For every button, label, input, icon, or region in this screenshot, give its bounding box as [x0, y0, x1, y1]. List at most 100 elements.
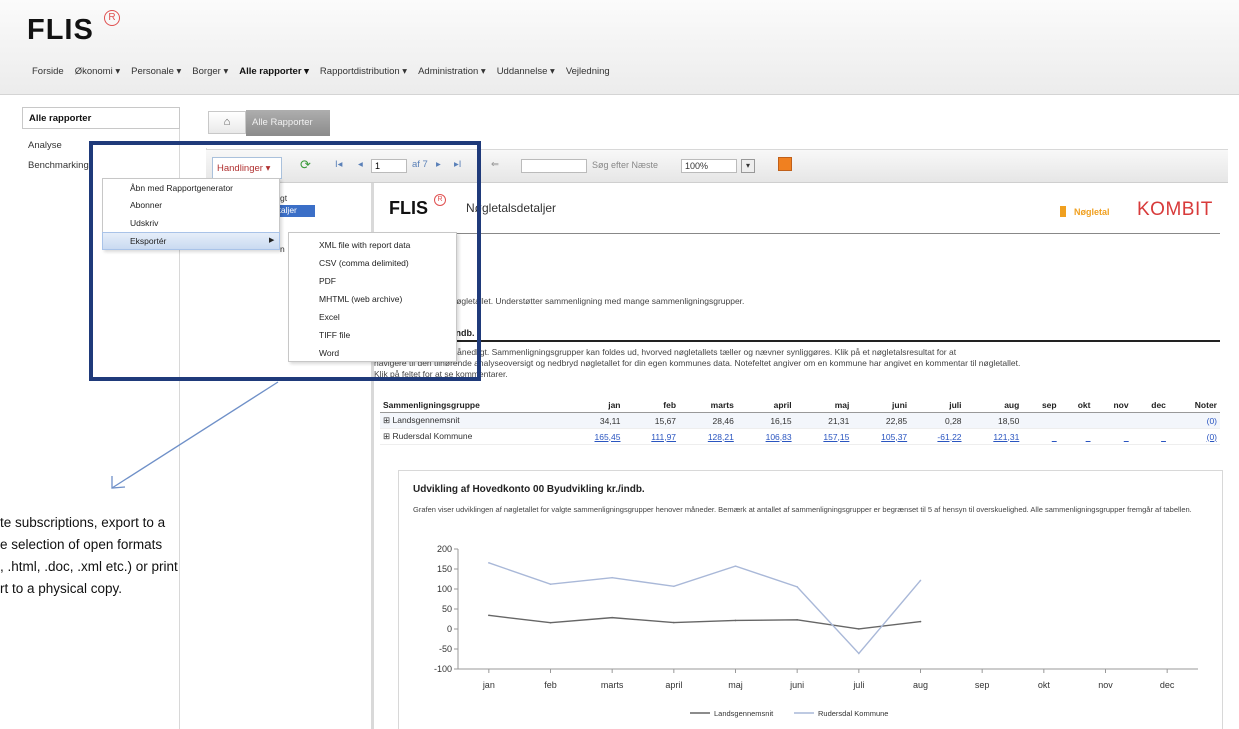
legend-label: Landsgennemsnit [714, 709, 774, 718]
table-cell-link[interactable]: _ [1131, 428, 1169, 445]
x-tick-label: juni [789, 680, 804, 690]
column-header: feb [623, 398, 680, 413]
column-header: april [736, 398, 795, 413]
nav-forside[interactable]: Forside [32, 66, 64, 77]
data-point [796, 586, 798, 588]
nav-okonomi[interactable]: Økonomi ▾ [75, 66, 120, 77]
callout-line: , .html, .doc, .xml etc.) or print [0, 559, 178, 574]
table-cell-link[interactable]: 111,97 [623, 428, 680, 445]
x-tick-label: aug [913, 680, 928, 690]
data-point [611, 616, 613, 619]
column-header: Noter [1168, 398, 1220, 413]
series-line-1 [488, 562, 922, 655]
find-input[interactable] [521, 159, 587, 173]
row-label[interactable]: ⊞ Rudersdal Kommune [380, 428, 566, 445]
chevron-down-icon[interactable]: ▾ [741, 159, 755, 173]
nav-administration[interactable]: Administration ▾ [418, 66, 486, 77]
table-cell-link[interactable]: 128,21 [679, 428, 737, 445]
column-header: maj [794, 398, 853, 413]
home-button[interactable]: ⌂ [208, 111, 246, 134]
back-button[interactable]: ⇐ [491, 159, 499, 170]
top-header [0, 0, 1239, 95]
notes-link[interactable]: (0) [1168, 428, 1220, 445]
table-cell-link[interactable]: 165,45 [565, 428, 624, 445]
long-description: øgletal der opgøres månedligt. Sammenlig… [374, 347, 1222, 380]
row-label[interactable]: ⊞ Landsgennemsnit [380, 412, 566, 429]
table-cell: 0,28 [910, 412, 965, 429]
column-header: juli [910, 398, 965, 413]
column-header: marts [679, 398, 737, 413]
table-cell: 22,85 [852, 412, 911, 429]
kombit-logo: KOMBIT [1137, 199, 1213, 220]
sidebar-title[interactable]: Alle rapporter [22, 107, 180, 129]
data-point [673, 621, 675, 624]
description-line: øgletal der opgøres månedligt. Sammenlig… [374, 347, 957, 357]
callout-line: rt to a physical copy. [0, 581, 123, 596]
y-tick-label: 100 [437, 584, 452, 594]
nav-rapportdistribution[interactable]: Rapportdistribution ▾ [320, 66, 407, 77]
x-tick-label: nov [1098, 680, 1113, 690]
table-cell [1093, 412, 1132, 429]
find-next-link[interactable]: Søg efter Næste [592, 160, 658, 170]
line-chart: 200 150 100 50 0 -50 -100 jan feb marts april maj ju… [434, 544, 1198, 718]
table-header-row: Sammenligningsgruppe jan feb marts april… [380, 398, 1220, 413]
annotation-highlight-box [89, 141, 481, 381]
app-logo[interactable]: FLIS [27, 14, 94, 47]
x-tick-label: jan [482, 680, 495, 690]
table-cell-link[interactable]: _ [1093, 428, 1132, 445]
x-tick-label: april [665, 680, 682, 690]
section-description: etal med detaljer for nøgletallet. Under… [374, 296, 745, 306]
column-header: Sammenligningsgruppe [380, 398, 566, 413]
table-cell-link[interactable]: _ [1022, 428, 1060, 445]
annotation-callout: te subscriptions, export to a e selectio… [0, 512, 300, 600]
annotation-arrow [111, 381, 279, 489]
divider [378, 233, 1220, 234]
y-tick-label: 200 [437, 544, 452, 554]
y-tick-label: 50 [442, 604, 452, 614]
y-tick-label: -100 [434, 664, 452, 674]
notes-link[interactable]: (0) [1168, 412, 1220, 429]
table-row: ⊞ Landsgennemsnit 34,11 15,67 28,46 16,1… [380, 412, 1220, 429]
y-tick-label: 0 [447, 624, 452, 634]
zoom-select[interactable]: 100% [681, 159, 737, 173]
table-cell-link[interactable]: 106,83 [736, 428, 795, 445]
nav-uddannelse[interactable]: Uddannelse ▾ [497, 66, 555, 77]
export-icon[interactable] [778, 157, 792, 171]
table-cell-link[interactable]: 121,31 [964, 428, 1023, 445]
column-header: dec [1131, 398, 1169, 413]
column-header: aug [964, 398, 1023, 413]
column-header: jan [565, 398, 624, 413]
data-point [549, 583, 552, 586]
nav-vejledning[interactable]: Vejledning [566, 66, 610, 77]
table-cell [1059, 412, 1094, 429]
table-cell-link[interactable]: 157,15 [794, 428, 853, 445]
x-tick-label: okt [1038, 680, 1051, 690]
table-cell: 18,50 [964, 412, 1023, 429]
data-point [919, 620, 922, 623]
callout-line: te subscriptions, export to a [0, 515, 166, 530]
sidebar-item-analyse[interactable]: Analyse [28, 140, 62, 151]
data-point [858, 628, 860, 630]
table-cell-link[interactable]: _ [1059, 428, 1094, 445]
column-header: nov [1093, 398, 1132, 413]
data-point [549, 621, 552, 624]
home-icon: ⌂ [223, 116, 231, 128]
table-cell-link[interactable]: -61,22 [910, 428, 965, 445]
table-cell-link[interactable]: 105,37 [852, 428, 911, 445]
chart-title: Udvikling af Hovedkonto 00 Byudvikling k… [413, 484, 645, 495]
data-point [611, 576, 613, 579]
description-line: navigere til den tilhørende analyseovers… [374, 358, 1021, 368]
badge-icon [1060, 206, 1066, 217]
breadcrumb-current[interactable]: Alle Rapporter [246, 110, 330, 136]
data-point [488, 562, 490, 564]
nav-borger[interactable]: Borger ▾ [192, 66, 228, 77]
x-tick-label: juli [852, 680, 864, 690]
table-cell: 21,31 [794, 412, 853, 429]
data-table: Sammenligningsgruppe jan feb marts april… [380, 398, 1220, 445]
table-cell: 28,46 [679, 412, 737, 429]
sidebar-item-benchmarking[interactable]: Benchmarking [28, 160, 89, 171]
nav-personale[interactable]: Personale ▾ [131, 66, 181, 77]
y-tick-label: 150 [437, 564, 452, 574]
table-cell: 34,11 [565, 412, 624, 429]
nav-alle-rapporter[interactable]: Alle rapporter ▾ [239, 66, 309, 77]
